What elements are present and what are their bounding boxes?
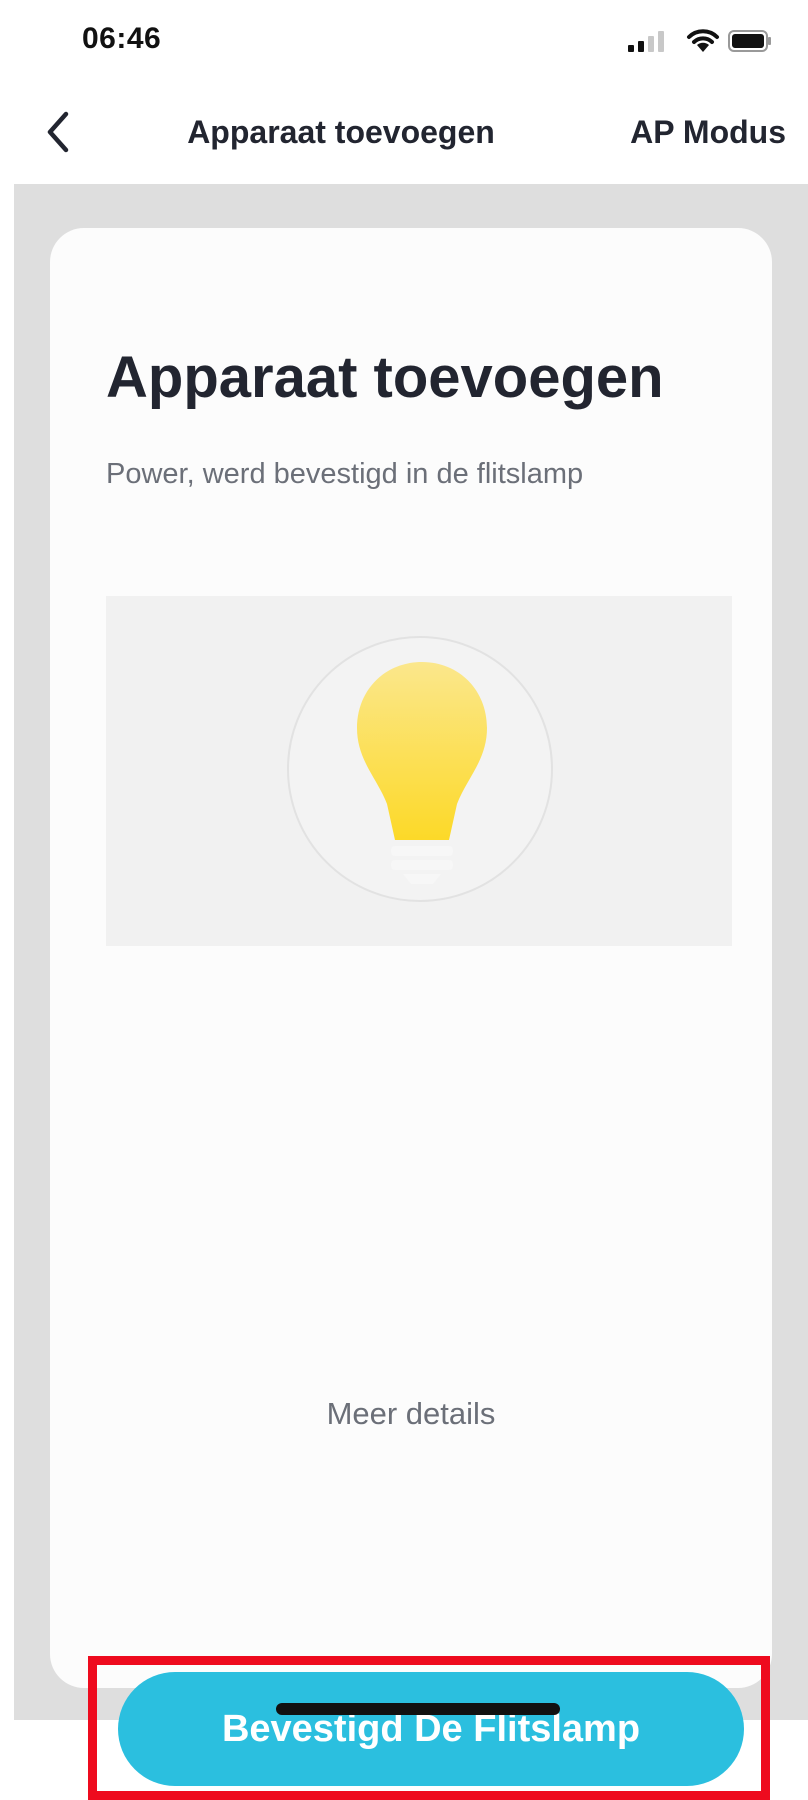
card-title: Apparaat toevoegen (106, 345, 664, 410)
status-icons (628, 26, 778, 56)
wifi-icon (687, 29, 719, 52)
home-indicator (276, 1703, 560, 1715)
add-device-card: Apparaat toevoegen Power, werd bevestigd… (50, 228, 772, 1688)
status-bar: 06:46 (0, 0, 808, 80)
card-subtitle: Power, werd bevestigd in de flitslamp (106, 458, 584, 490)
nav-bar: Apparaat toevoegen AP Modus (0, 80, 808, 184)
more-details-link[interactable]: Meer details (50, 1396, 772, 1432)
light-bulb-icon (357, 662, 487, 884)
nav-title: Apparaat toevoegen (187, 114, 495, 150)
content-area: Apparaat toevoegen Power, werd bevestigd… (14, 184, 808, 1800)
ap-mode-button[interactable]: AP Modus (630, 80, 786, 184)
confirm-flash-button[interactable]: Bevestigd De Flitslamp (118, 1672, 744, 1786)
device-illustration (106, 596, 732, 946)
cellular-signal-icon (628, 30, 676, 52)
battery-icon (728, 30, 771, 52)
bulb-circle (287, 636, 553, 902)
status-time: 06:46 (82, 22, 162, 55)
back-button[interactable] (38, 106, 86, 158)
chevron-left-icon (47, 111, 69, 153)
